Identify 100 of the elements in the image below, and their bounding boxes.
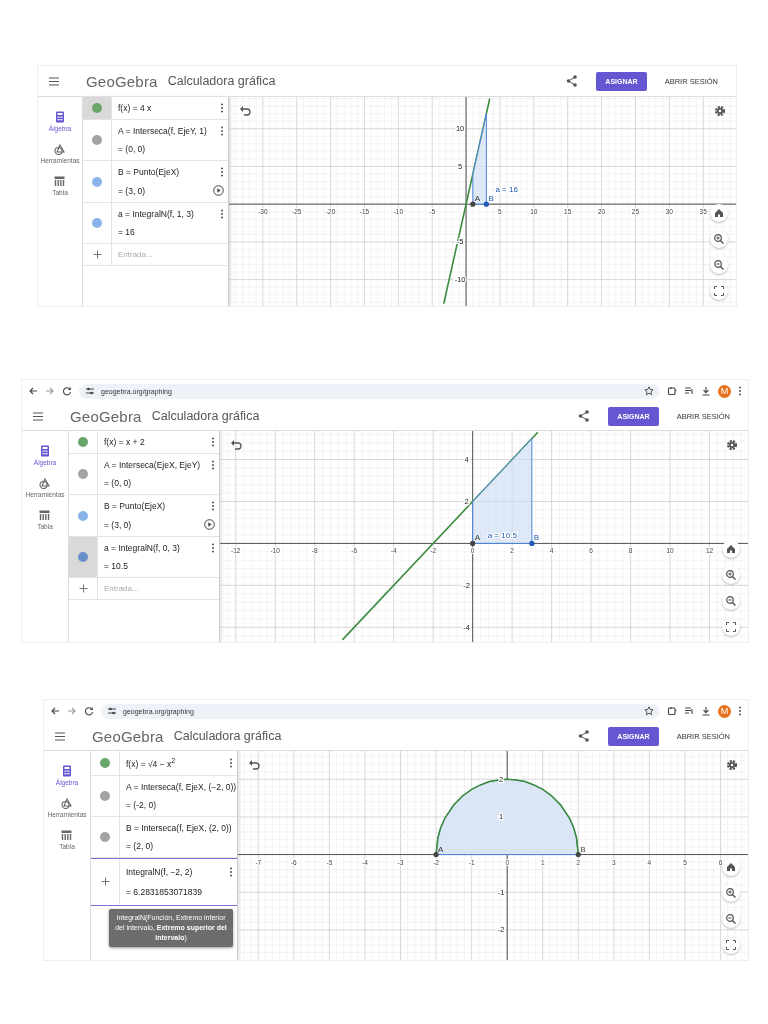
- share-icon[interactable]: [578, 730, 591, 742]
- visibility-dot[interactable]: [92, 103, 102, 113]
- visibility-dot[interactable]: [92, 135, 102, 145]
- algebra-row[interactable]: a = IntegralN(f, 0, 3) = 10.5: [69, 537, 219, 578]
- zoom-in-icon: [725, 569, 737, 581]
- settings-button[interactable]: [726, 439, 738, 451]
- visibility-dot[interactable]: [100, 831, 110, 842]
- play-button-icon[interactable]: [204, 519, 215, 530]
- play-button-icon[interactable]: [213, 185, 224, 196]
- visibility-dot[interactable]: [78, 437, 88, 447]
- visibility-dot[interactable]: [92, 218, 102, 228]
- extension-icon[interactable]: [667, 706, 677, 716]
- point-label: B: [580, 844, 586, 854]
- undo-button[interactable]: [239, 105, 251, 116]
- fullscreen-button[interactable]: [710, 282, 728, 300]
- more-vert-icon[interactable]: [220, 209, 224, 219]
- fullscreen-icon: [713, 285, 725, 297]
- menu-icon[interactable]: [48, 75, 60, 87]
- more-vert-icon[interactable]: [738, 386, 742, 396]
- menu-icon[interactable]: [32, 410, 44, 422]
- visibility-dot[interactable]: [78, 510, 88, 521]
- extension-icon[interactable]: [667, 386, 677, 396]
- share-icon[interactable]: [566, 75, 579, 87]
- download-icon[interactable]: [701, 706, 711, 716]
- algebra-expression: B = Interseca(f, EjeX, (2, 0)): [126, 822, 232, 833]
- algebra-row[interactable]: A = Interseca(f, EjeX, (−2, 0)) = (-2, 0): [91, 775, 237, 817]
- more-vert-icon[interactable]: [211, 501, 215, 511]
- zoom-in-button[interactable]: [722, 566, 740, 584]
- more-vert-icon[interactable]: [220, 167, 224, 177]
- point-marker[interactable]: [483, 201, 489, 207]
- row-marker-cell[interactable]: [83, 97, 112, 119]
- playlist-icon[interactable]: [684, 386, 694, 396]
- point-marker[interactable]: [470, 201, 476, 207]
- algebra-expression: a = IntegralN(f, 0, 3): [104, 543, 180, 553]
- more-vert-icon[interactable]: [229, 757, 233, 768]
- point-marker[interactable]: [575, 851, 581, 858]
- tune-icon[interactable]: [107, 706, 117, 716]
- back-arrow-icon[interactable]: [28, 386, 38, 396]
- home-icon: [713, 207, 725, 219]
- reload-icon[interactable]: [84, 706, 94, 716]
- algebra-row[interactable]: A = Interseca(EjeX, EjeY) = (0, 0): [69, 454, 219, 495]
- more-vert-icon[interactable]: [220, 126, 224, 136]
- forward-arrow-icon[interactable]: [67, 706, 77, 716]
- visibility-dot[interactable]: [78, 552, 88, 562]
- row-marker-cell[interactable]: [69, 537, 98, 577]
- forward-arrow-icon[interactable]: [45, 386, 55, 396]
- home-button[interactable]: [722, 858, 740, 876]
- zoom-in-button[interactable]: [722, 884, 740, 902]
- tune-icon[interactable]: [85, 386, 95, 396]
- fullscreen-button[interactable]: [722, 936, 740, 954]
- home-button[interactable]: [722, 540, 740, 558]
- visibility-dot[interactable]: [100, 790, 110, 801]
- algebra-row[interactable]: A = Interseca(f, EjeY, 1) = (0, 0): [83, 120, 228, 161]
- algebra-row[interactable]: f(x) = √4 − x$^{2}$: [91, 751, 237, 776]
- more-vert-icon[interactable]: [211, 437, 215, 447]
- more-vert-icon[interactable]: [211, 460, 215, 470]
- fullscreen-button[interactable]: [722, 618, 740, 636]
- visibility-dot[interactable]: [92, 176, 102, 187]
- home-icon: [725, 861, 737, 873]
- algebra-expression: A = Interseca(f, EjeX, (−2, 0)): [126, 781, 237, 792]
- algebra-row[interactable]: f(x) = 4 x: [83, 97, 228, 120]
- undo-button[interactable]: [248, 759, 260, 770]
- editing-row[interactable]: IntegralN(f, −2, 2) = 6.2831853071839: [91, 857, 237, 906]
- download-icon[interactable]: [701, 386, 711, 396]
- zoom-out-button[interactable]: [722, 910, 740, 928]
- star-icon[interactable]: [644, 706, 654, 716]
- point-marker[interactable]: [529, 540, 535, 546]
- playlist-icon[interactable]: [684, 706, 694, 716]
- zoom-in-button[interactable]: [710, 230, 728, 248]
- area-label: a = 10.5: [487, 531, 517, 541]
- point-marker[interactable]: [470, 540, 476, 546]
- star-icon[interactable]: [644, 386, 654, 396]
- point-marker[interactable]: [433, 851, 439, 858]
- algebra-row[interactable]: B = Interseca(f, EjeX, (2, 0)) = (2, 0): [91, 816, 237, 858]
- more-vert-icon[interactable]: [229, 866, 233, 877]
- visibility-dot[interactable]: [100, 757, 110, 768]
- undo-button[interactable]: [230, 439, 242, 450]
- settings-button[interactable]: [714, 105, 726, 117]
- more-vert-icon[interactable]: [738, 706, 742, 716]
- back-arrow-icon[interactable]: [50, 706, 60, 716]
- algebra-row[interactable]: f(x) = x + 2: [69, 431, 219, 454]
- algebra-row[interactable]: a = IntegralN(f, 1, 3) = 16: [83, 203, 228, 244]
- visibility-dot[interactable]: [78, 469, 88, 479]
- undo-icon: [248, 759, 260, 770]
- menu-icon[interactable]: [54, 730, 66, 742]
- settings-button[interactable]: [726, 759, 738, 771]
- algebra-expression: B = Punto(EjeX): [118, 167, 180, 177]
- input-field[interactable]: Entrada...: [104, 584, 203, 593]
- zoom-out-button[interactable]: [722, 592, 740, 610]
- zoom-out-icon: [725, 913, 737, 925]
- reload-icon[interactable]: [62, 386, 72, 396]
- input-field[interactable]: Entrada...: [118, 250, 212, 259]
- fullscreen-icon: [725, 621, 737, 633]
- share-icon[interactable]: [578, 410, 591, 422]
- more-vert-icon[interactable]: [211, 543, 215, 553]
- zoom-in-icon: [713, 233, 725, 245]
- algebra-expression: B = Punto(EjeX): [104, 501, 166, 511]
- area-label: a = 16: [495, 185, 518, 195]
- more-vert-icon[interactable]: [220, 103, 224, 113]
- algebra-expression: f(x) = 4 x: [118, 103, 152, 113]
